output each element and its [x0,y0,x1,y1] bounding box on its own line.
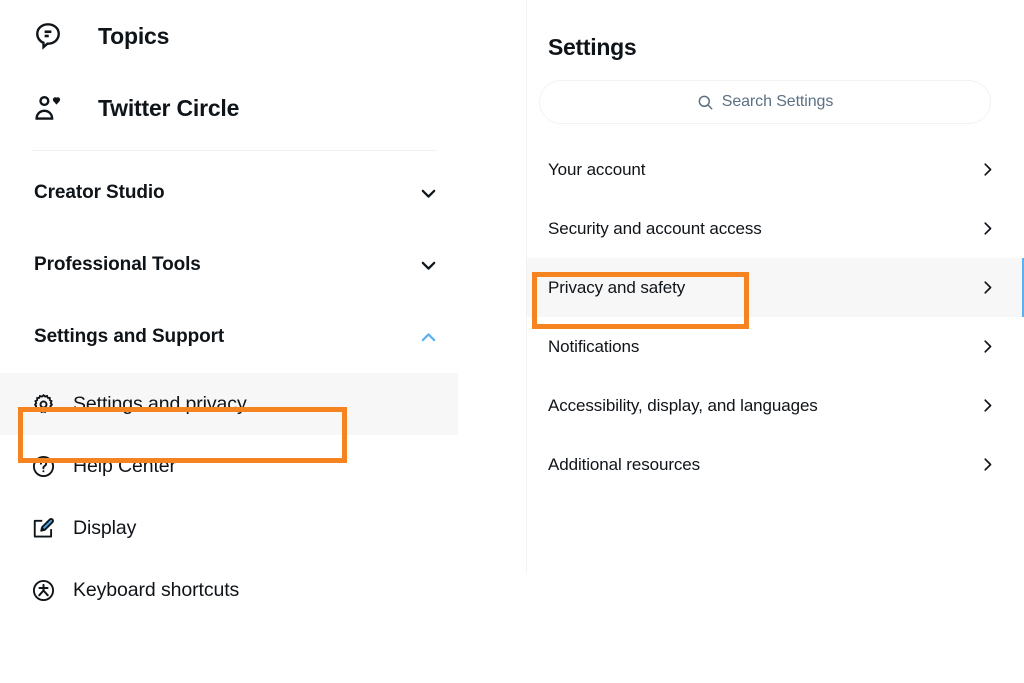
sidebar-group-settings-and-support[interactable]: Settings and Support [0,301,512,373]
chevron-up-icon[interactable] [417,326,439,348]
sidebar-divider [32,150,437,151]
sidebar-item-keyboard-shortcuts[interactable]: Keyboard shortcuts [0,559,512,621]
left-navigation-sidebar: Topics Twitter Circle Creator Studio Pro… [0,0,512,683]
settings-row-label: Security and account access [548,218,762,238]
person-heart-icon [32,92,64,124]
settings-row-label: Additional resources [548,454,701,474]
sidebar-item-settings-and-privacy-label: Settings and privacy [73,392,247,415]
sidebar-item-keyboard-shortcuts-label: Keyboard shortcuts [73,578,240,601]
settings-row-additional-resources[interactable]: Additional resources [527,435,1024,494]
settings-row-accessibility-display-and-languages[interactable]: Accessibility, display, and languages [527,376,1024,435]
chevron-right-icon [979,161,996,178]
settings-row-notifications[interactable]: Notifications [527,317,1024,376]
sidebar-group-settings-and-support-label: Settings and Support [34,326,225,347]
chevron-right-icon [979,397,996,414]
sidebar-item-display-label: Display [73,516,137,539]
settings-row-label: Privacy and safety [548,277,686,297]
chevron-down-icon[interactable] [417,182,439,204]
page-title: Settings [548,34,637,60]
settings-row-list: Your account Security and account access… [527,140,1024,494]
settings-row-your-account[interactable]: Your account [527,140,1024,199]
sidebar-item-topics-label: Topics [98,22,170,49]
sidebar-item-help-center-label: Help Center [73,454,176,477]
chevron-right-icon [979,456,996,473]
settings-row-label: Notifications [548,336,640,356]
chevron-right-icon [979,338,996,355]
sidebar-group-creator-studio[interactable]: Creator Studio [0,157,512,229]
sidebar-group-creator-studio-label: Creator Studio [34,182,165,203]
settings-panel: Settings Search Settings Your account Se… [526,0,1024,573]
chevron-right-icon [979,279,996,296]
sidebar-item-help-center[interactable]: Help Center [0,435,512,497]
gear-icon [30,391,56,417]
search-settings-container: Search Settings [527,61,1024,124]
sidebar-item-settings-and-privacy[interactable]: Settings and privacy [0,373,458,435]
sidebar-item-twitter-circle-label: Twitter Circle [98,94,240,121]
topics-speech-bubble-icon [32,20,64,52]
settings-row-privacy-and-safety[interactable]: Privacy and safety [527,258,1024,317]
sidebar-item-twitter-circle[interactable]: Twitter Circle [0,72,512,144]
keyboard-shortcuts-asterisk-icon [30,577,56,603]
sidebar-group-professional-tools-label: Professional Tools [34,254,201,275]
settings-row-label: Accessibility, display, and languages [548,395,818,415]
chevron-down-icon[interactable] [417,254,439,276]
settings-row-security-and-account-access[interactable]: Security and account access [527,199,1024,258]
sidebar-item-display[interactable]: Display [0,497,512,559]
question-circle-icon [30,453,56,479]
search-icon [697,94,714,111]
display-paintbrush-icon [30,515,56,541]
chevron-right-icon [979,220,996,237]
sidebar-group-professional-tools[interactable]: Professional Tools [0,229,512,301]
search-input[interactable]: Search Settings [539,80,991,124]
settings-row-label: Your account [548,159,646,179]
sidebar-item-topics[interactable]: Topics [0,0,512,72]
search-input-placeholder: Search Settings [721,93,834,110]
